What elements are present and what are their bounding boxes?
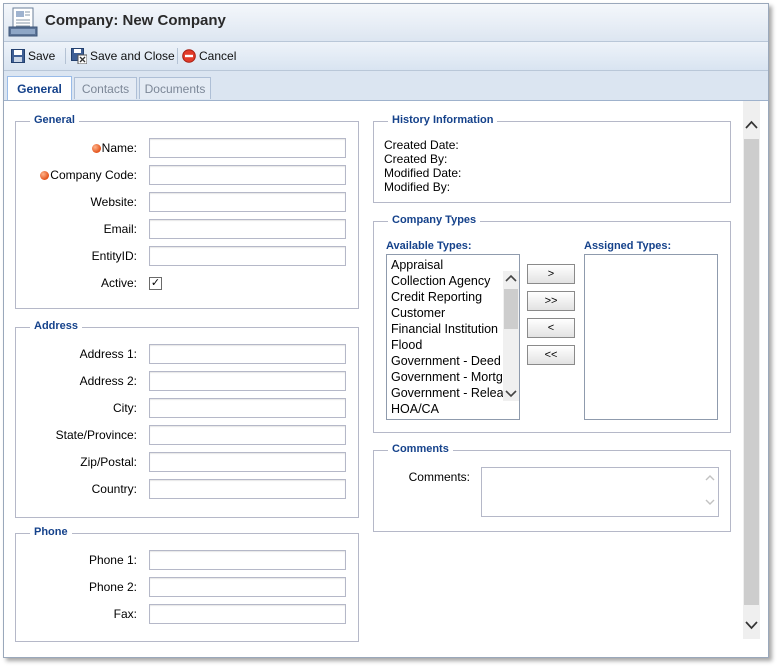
phone-fieldset: Phone Phone 1: Phone 2: Fax: (15, 526, 359, 642)
website-label: Website: (90, 195, 137, 209)
available-types-label: Available Types: (386, 240, 472, 252)
add-all-types-button[interactable]: >> (527, 291, 575, 311)
comments-label: Comments: (408, 470, 470, 484)
remove-type-button[interactable]: < (527, 318, 575, 338)
toolbar: Save Save and Close Cancel (4, 42, 768, 71)
modified-date-label: Modified Date: (384, 166, 462, 180)
save-label: Save (28, 49, 56, 63)
list-item[interactable]: Customer (391, 306, 445, 320)
address-legend: Address (30, 320, 83, 332)
address2-label: Address 2: (79, 374, 137, 388)
general-legend: General (30, 114, 79, 126)
toolbar-separator (65, 48, 66, 64)
name-input[interactable] (149, 138, 346, 158)
scroll-thumb[interactable] (504, 289, 518, 329)
tab-contacts[interactable]: Contacts (74, 77, 137, 99)
cancel-label: Cancel (199, 49, 237, 63)
assigned-types-label: Assigned Types: (584, 240, 672, 252)
state-province-input[interactable] (149, 425, 346, 445)
company-types-fieldset: Company Types Available Types: Assigned … (373, 214, 731, 433)
phone1-label: Phone 1: (88, 553, 137, 567)
comments-legend: Comments (388, 443, 453, 455)
phone-legend: Phone (30, 526, 72, 538)
list-item[interactable]: Flood (391, 338, 422, 352)
zip-postal-input[interactable] (149, 452, 346, 472)
cancel-icon (182, 49, 196, 63)
name-label: Name: (101, 141, 137, 155)
tab-general[interactable]: General (7, 76, 72, 100)
country-label: Country: (91, 482, 137, 496)
list-item[interactable]: Government - Deed (391, 354, 501, 368)
modified-by-label: Modified By: (384, 180, 451, 194)
textarea-scroll-icon (705, 475, 715, 505)
general-fieldset: General Name: Company Code: Website: Ema… (15, 114, 359, 309)
created-by-label: Created By: (384, 152, 448, 166)
company-window: Company: New Company Save Save and Close (3, 3, 769, 658)
fax-label: Fax: (113, 607, 137, 621)
scroll-thumb[interactable] (744, 139, 759, 605)
active-checkbox[interactable]: ✓ (149, 277, 162, 290)
entityid-label: EntityID: (91, 249, 137, 263)
phone2-label: Phone 2: (88, 580, 137, 594)
tab-strip: General Contacts Documents (4, 71, 768, 101)
list-item[interactable]: Government - Mortgage (391, 370, 519, 384)
zip-postal-label: Zip/Postal: (80, 455, 137, 469)
company-code-label: Company Code: (50, 168, 137, 182)
fax-input[interactable] (149, 604, 346, 624)
window-title: Company: New Company (45, 12, 226, 29)
comments-textarea[interactable] (481, 467, 719, 517)
address2-input[interactable] (149, 371, 346, 391)
history-legend: History Information (388, 114, 498, 126)
assigned-types-list[interactable] (584, 254, 718, 420)
city-input[interactable] (149, 398, 346, 418)
general-tab-panel: General Name: Company Code: Website: Ema… (4, 101, 741, 657)
scroll-down-icon[interactable] (743, 617, 760, 633)
email-input[interactable] (149, 219, 346, 239)
address1-input[interactable] (149, 344, 346, 364)
phone1-input[interactable] (149, 550, 346, 570)
comments-fieldset: Comments Comments: (373, 443, 731, 532)
save-close-icon (71, 48, 87, 64)
save-and-close-button[interactable]: Save and Close (71, 46, 175, 66)
tab-documents[interactable]: Documents (139, 77, 211, 99)
entityid-input[interactable] (149, 246, 346, 266)
city-label: City: (113, 401, 137, 415)
list-item[interactable]: Appraisal (391, 258, 443, 272)
active-label: Active: (100, 276, 137, 290)
list-item[interactable]: HOA/CA (391, 402, 439, 416)
cancel-button[interactable]: Cancel (182, 46, 236, 66)
available-types-list[interactable]: Appraisal Collection Agency Credit Repor… (386, 254, 520, 420)
country-input[interactable] (149, 479, 346, 499)
history-fieldset: History Information Created Date: Create… (373, 114, 731, 203)
save-and-close-label: Save and Close (90, 49, 175, 63)
remove-all-types-button[interactable]: << (527, 345, 575, 365)
save-button[interactable]: Save (11, 46, 55, 66)
scroll-up-icon[interactable] (743, 117, 760, 133)
address-fieldset: Address Address 1: Address 2: City: Stat… (15, 320, 359, 518)
email-label: Email: (103, 222, 137, 236)
add-type-button[interactable]: > (527, 264, 575, 284)
toolbar-separator (177, 48, 178, 64)
list-item[interactable]: Government - Release (391, 386, 517, 400)
available-list-scrollbar[interactable] (503, 271, 519, 401)
phone2-input[interactable] (149, 577, 346, 597)
scroll-down-icon[interactable] (503, 387, 519, 401)
list-item[interactable]: Financial Institution (391, 322, 498, 336)
floppy-disk-icon (11, 49, 25, 63)
company-document-icon (8, 7, 38, 37)
list-item[interactable]: Credit Reporting (391, 290, 482, 304)
company-types-legend: Company Types (388, 214, 481, 226)
company-code-input[interactable] (149, 165, 346, 185)
website-input[interactable] (149, 192, 346, 212)
page-scrollbar[interactable] (743, 101, 760, 639)
scroll-up-icon[interactable] (503, 271, 519, 285)
state-province-label: State/Province: (55, 428, 137, 442)
address1-label: Address 1: (79, 347, 137, 361)
created-date-label: Created Date: (384, 138, 459, 152)
title-bar: Company: New Company (4, 4, 768, 42)
list-item[interactable]: Collection Agency (391, 274, 490, 288)
